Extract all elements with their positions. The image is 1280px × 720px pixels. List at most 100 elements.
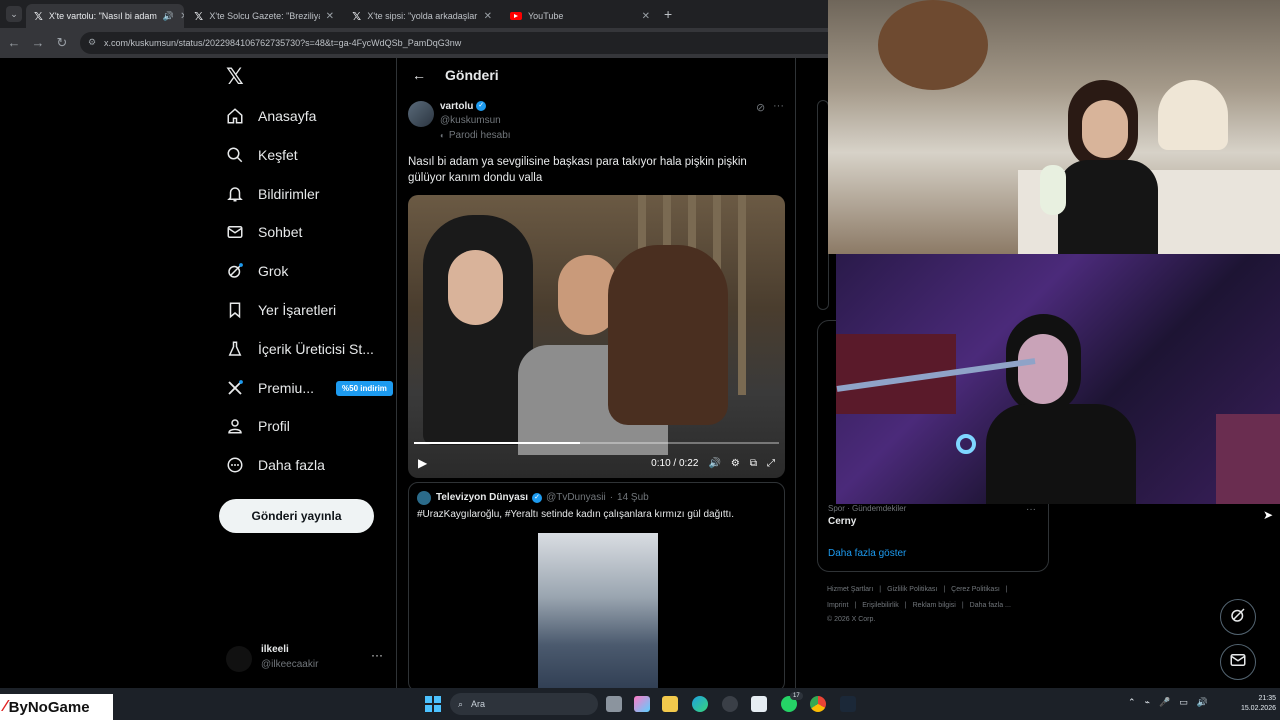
video-controls: ▶ 0:10 / 0:22 🔊 ⚙ ⧉ ⤢ <box>408 448 785 478</box>
sidebar-item-creator-studio[interactable]: İçerik Üreticisi St... <box>226 337 374 361</box>
discount-badge: %50 indirim <box>336 380 393 396</box>
footer-link[interactable]: Imprint <box>827 602 848 609</box>
tab-solcu-gazete[interactable]: 𝕏 X'te Solcu Gazete: "Breziliya'da ✕ <box>186 4 342 28</box>
x-icon: 𝕏 <box>352 10 362 23</box>
avatar <box>417 491 431 505</box>
store-icon[interactable] <box>751 696 767 712</box>
site-info-icon[interactable]: ⚙ <box>88 37 96 48</box>
back-arrow-icon[interactable]: ← <box>412 67 426 83</box>
back-icon[interactable]: ← <box>6 35 22 50</box>
author-handle[interactable]: @kuskumsun <box>440 115 501 126</box>
webcam-overlay-top <box>828 0 1280 254</box>
quoted-tweet[interactable]: Televizyon Dünyası ✓ @TvDunyasii · 14 Şu… <box>408 482 785 692</box>
page-title: Gönderi <box>445 67 499 83</box>
play-icon[interactable]: ▶ <box>418 456 427 470</box>
app-icon[interactable] <box>722 696 738 712</box>
footer-links: Hizmet Şartları | Gizlilik Politikası | Çe… <box>827 586 1008 593</box>
close-tab-icon[interactable]: ✕ <box>180 11 184 22</box>
home-icon <box>226 107 244 125</box>
show-more-link[interactable]: Daha fazla göster <box>828 548 906 559</box>
windows-start-icon[interactable] <box>425 696 441 712</box>
quote-author-handle: @TvDunyasii <box>546 492 606 503</box>
messages-fab[interactable] <box>1220 644 1256 680</box>
close-tab-icon[interactable]: ✕ <box>326 11 334 22</box>
network-icon[interactable]: ⌁ <box>1145 697 1150 708</box>
system-tray: ⌃ ⌁ 🎤 ▭ 🔊 <box>1128 697 1208 708</box>
sidebar-item-label: Anasayfa <box>258 108 317 124</box>
tab-sipsi[interactable]: 𝕏 X'te sipsi: "yolda arkadaşlarınla ✕ <box>344 4 500 28</box>
tab-vartolu[interactable]: 𝕏 X'te vartolu: "Nasıl bi adam 🔊 ✕ <box>26 4 184 28</box>
more-icon[interactable]: ··· <box>773 100 784 112</box>
copilot-icon[interactable] <box>634 696 650 712</box>
sidebar-item-premium[interactable]: Premiu... %50 indirim <box>226 376 393 400</box>
close-tab-icon[interactable]: ✕ <box>484 11 492 22</box>
post-button[interactable]: Gönderi yayınla <box>219 499 374 533</box>
mail-icon <box>1229 651 1247 674</box>
sidebar-item-notifications[interactable]: Bildirimler <box>226 182 319 206</box>
footer-separator: | <box>879 586 882 593</box>
grok-icon[interactable]: ⊘ <box>756 101 765 114</box>
quote-image[interactable] <box>538 533 658 691</box>
x-icon: 𝕏 <box>34 10 43 23</box>
sidebar-item-bookmarks[interactable]: Yer İşaretleri <box>226 298 336 322</box>
webcam-overlay-bottom <box>836 254 1280 504</box>
edge-icon[interactable] <box>692 696 708 712</box>
video-frame-detail <box>448 250 503 325</box>
address-bar[interactable]: ⚙ x.com/kuskumsun/status/202298410676273… <box>80 32 828 54</box>
video-progress-bar[interactable] <box>414 442 779 444</box>
more-icon[interactable]: ··· <box>1026 504 1036 515</box>
video-player[interactable]: ▶ 0:10 / 0:22 🔊 ⚙ ⧉ ⤢ <box>408 195 785 478</box>
account-switcher[interactable]: ilkeeli @ilkeecaakir ··· <box>226 640 386 680</box>
reload-icon[interactable]: ↻ <box>54 35 70 51</box>
tweet-author[interactable]: vartolu ✓ <box>440 101 487 112</box>
search-placeholder: Ara <box>471 699 486 709</box>
tab-title: X'te Solcu Gazete: "Breziliya'da <box>209 11 319 21</box>
volume-icon[interactable]: 🔊 <box>1197 697 1208 708</box>
speaker-icon[interactable]: 🔊 <box>163 11 174 22</box>
display-icon[interactable]: ▭ <box>1179 697 1188 708</box>
close-tab-icon[interactable]: ✕ <box>642 11 650 22</box>
video-frame-detail <box>608 245 728 425</box>
bell-icon <box>226 185 244 203</box>
more-icon[interactable]: ··· <box>371 648 383 662</box>
footer-link[interactable]: Erişilebilirlik <box>862 602 899 609</box>
popout-icon[interactable]: ⧉ <box>750 458 757 469</box>
tab-search-button[interactable]: ⌄ <box>6 6 22 22</box>
fullscreen-icon[interactable]: ⤢ <box>767 458 775 469</box>
microphone-icon[interactable]: 🎤 <box>1159 697 1170 708</box>
search-icon <box>226 146 244 164</box>
sidebar-item-chat[interactable]: Sohbet <box>226 220 302 244</box>
sidebar-item-label: Daha fazla <box>258 457 325 473</box>
settings-icon[interactable]: ⚙ <box>731 458 740 469</box>
more-circle-icon <box>226 456 244 474</box>
footer-link[interactable]: Gizlilik Politikası <box>887 586 937 593</box>
sidebar-item-home[interactable]: Anasayfa <box>226 104 316 128</box>
chrome-icon[interactable] <box>810 696 826 712</box>
profile-icon <box>226 417 244 435</box>
footer-link[interactable]: Reklam bilgisi <box>913 602 956 609</box>
avatar <box>226 646 252 672</box>
quote-text: #UrazKaygılaroğlu, #Yeraltı setinde kadı… <box>417 509 735 520</box>
volume-icon[interactable]: 🔊 <box>708 458 720 469</box>
file-explorer-icon[interactable] <box>662 696 678 712</box>
chevron-up-icon[interactable]: ⌃ <box>1128 697 1136 708</box>
sidebar-item-more[interactable]: Daha fazla <box>226 453 325 477</box>
footer-link[interactable]: Çerez Politikası <box>951 586 1000 593</box>
sidebar-item-grok[interactable]: Grok <box>226 259 288 283</box>
sidebar-item-profile[interactable]: Profil <box>226 414 290 438</box>
taskbar-clock[interactable]: 21:35 15.02.2026 <box>1226 694 1276 714</box>
sidebar-item-explore[interactable]: Keşfet <box>226 143 298 167</box>
steam-icon[interactable] <box>840 696 856 712</box>
taskbar-search[interactable]: ⌕ Ara <box>450 693 598 715</box>
forward-icon[interactable]: → <box>30 35 46 50</box>
avatar[interactable] <box>408 101 434 127</box>
grok-fab[interactable] <box>1220 599 1256 635</box>
new-tab-button[interactable]: + <box>664 6 672 22</box>
x-logo[interactable]: 𝕏 <box>226 64 244 90</box>
footer-link[interactable]: Daha fazla ... <box>970 602 1011 609</box>
tab-youtube[interactable]: YouTube ✕ <box>502 4 658 28</box>
task-view-icon[interactable] <box>606 696 622 712</box>
trend-name[interactable]: Cerny <box>828 516 856 527</box>
footer-link[interactable]: Hizmet Şartları <box>827 586 873 593</box>
sidebar-item-label: Yer İşaretleri <box>258 302 337 318</box>
